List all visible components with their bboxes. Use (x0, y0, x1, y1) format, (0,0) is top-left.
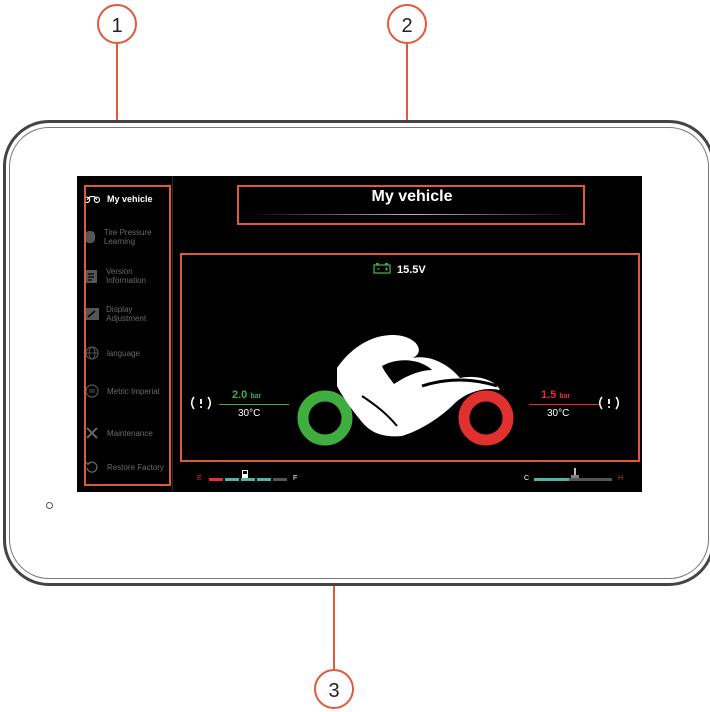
fuel-segment (241, 478, 255, 481)
callout-1: 1 (97, 4, 137, 44)
coolant-gauge-fill (534, 478, 570, 481)
coolant-gauge (534, 478, 612, 481)
fuel-segment (273, 478, 287, 481)
coolant-high-label: H (618, 475, 624, 482)
callout-3: 3 (314, 669, 354, 709)
highlight-vehicle-status (180, 253, 640, 462)
fuel-segment (225, 478, 239, 481)
highlight-sidebar (84, 185, 171, 486)
fuel-icon (242, 466, 250, 484)
fuel-segment (209, 478, 223, 481)
callout-2: 2 (387, 4, 427, 44)
fuel-low-label: E (197, 475, 202, 482)
camera-dot (46, 502, 53, 509)
fuel-high-label: F (293, 475, 298, 482)
coolant-low-label: C (524, 475, 530, 482)
fuel-segment (257, 478, 271, 481)
fuel-gauge (209, 478, 287, 481)
highlight-title (237, 185, 585, 225)
